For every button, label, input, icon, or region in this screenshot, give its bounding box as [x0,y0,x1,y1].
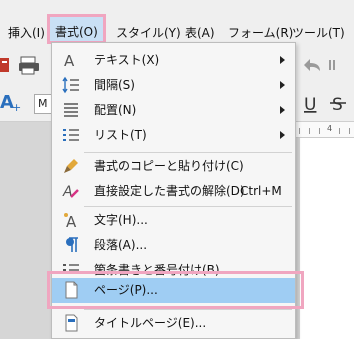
text-format-icons[interactable]: U S [302,92,354,116]
submenu-arrow-icon [280,106,285,114]
print-icon[interactable] [18,56,40,76]
menubar: 挿入(I) 書式(O) スタイル(Y) 表(A) フォーム(R) ツール(T) [0,0,354,44]
left-background [0,122,52,339]
menu-styles[interactable]: スタイル(Y) [116,24,181,42]
export-pdf-icon[interactable] [0,56,12,76]
menu-tools[interactable]: ツール(T) [292,24,345,42]
menu-item-paragraph[interactable]: 段落(A)... [52,233,295,258]
menu-item-title-page[interactable]: タイトルページ(E)... [52,311,295,336]
menu-form[interactable]: フォーム(R) [228,24,293,42]
list-icon [63,129,79,141]
menu-separator [84,309,292,310]
svg-text:U: U [304,95,316,115]
submenu-arrow-icon [280,81,285,89]
menu-item-list[interactable]: リスト(T) [52,123,295,148]
menu-separator [84,152,292,153]
character-icon: A [64,213,77,229]
menu-item-shortcut: Ctrl+M [240,184,282,198]
menu-item-text[interactable]: A テキスト(X) [52,48,295,73]
paragraph-icon [66,237,78,252]
menu-separator [84,206,292,207]
menu-table[interactable]: 表(A) [185,24,215,42]
spacing-icon [62,76,79,94]
plus-icon: + [12,101,22,114]
ruler-number: 4 [327,124,333,133]
svg-text:A: A [64,52,75,69]
menu-format[interactable]: 書式(O) [47,14,106,44]
submenu-arrow-icon [280,56,285,64]
menu-item-clone-formatting[interactable]: 書式のコピーと貼り付け(C) [52,154,295,179]
menu-item-label: 段落(A)... [94,238,148,252]
align-icon [64,103,78,117]
annotation-highlight-frame [47,271,304,309]
menu-item-label: 直接設定した書式の解除(D) [94,184,245,198]
ruler[interactable]: 4 [295,122,354,138]
title-page-icon [65,314,78,332]
menu-item-label: 書式のコピーと貼り付け(C) [94,159,244,173]
svg-text:A: A [62,184,73,200]
text-a-icon: A [64,52,75,69]
menu-item-character[interactable]: A 文字(H)... [52,208,295,233]
clone-formatting-icon [64,159,78,173]
undo-redo-icons[interactable] [300,55,350,75]
menu-item-label: タイトルページ(E)... [94,316,207,330]
menu-item-clear-formatting[interactable]: A 直接設定した書式の解除(D) Ctrl+M [52,179,295,204]
menu-item-align[interactable]: 配置(N) [52,98,295,123]
font-name-value: M [38,97,48,110]
submenu-arrow-icon [280,131,285,139]
menu-item-spacing[interactable]: 間隔(S) [52,73,295,98]
menu-item-label: テキスト(X) [94,53,160,67]
menu-item-label: 文字(H)... [94,213,148,227]
menu-item-label: 配置(N) [94,103,137,117]
menu-insert[interactable]: 挿入(I) [8,24,45,42]
menu-item-label: 間隔(S) [94,78,135,92]
document-page[interactable] [300,138,354,339]
menu-item-label: リスト(T) [94,128,147,142]
clear-formatting-icon: A [62,184,79,200]
svg-text:S: S [332,95,343,115]
